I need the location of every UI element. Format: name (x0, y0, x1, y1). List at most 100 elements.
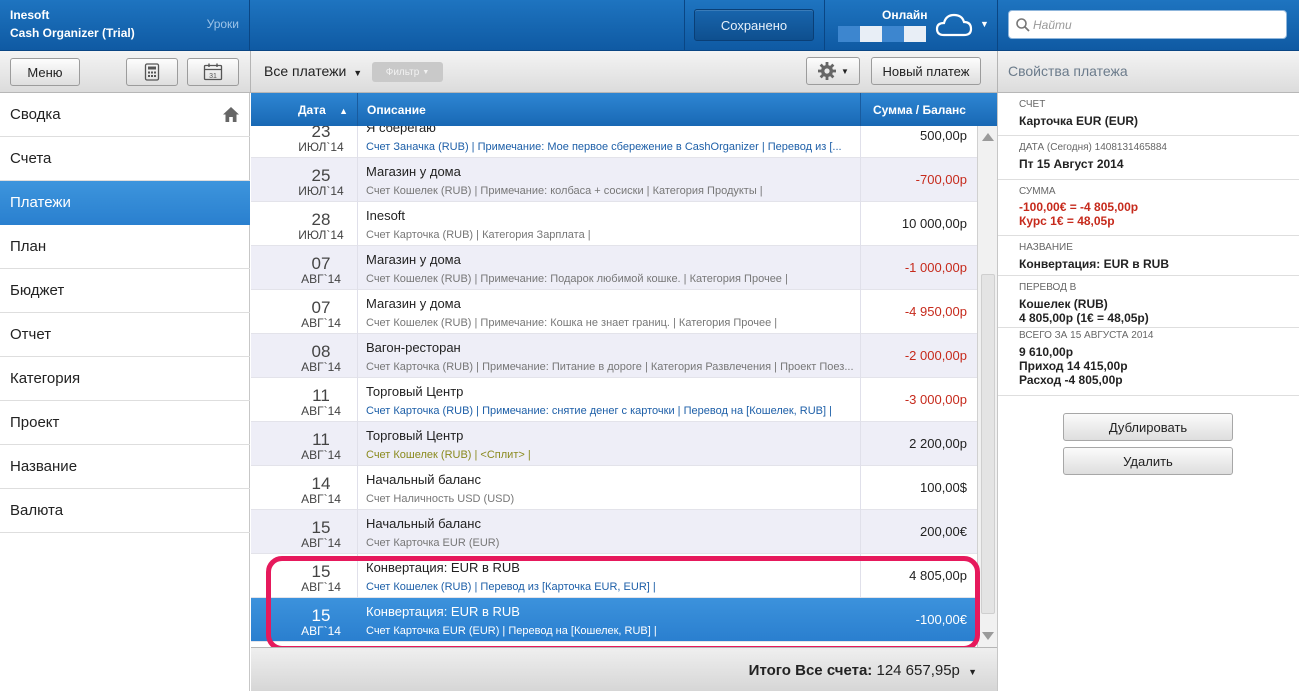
column-divider (357, 202, 358, 246)
table-row[interactable]: 07 АВГ`14 Магазин у дома Счет Кошелек (RUB)… (251, 246, 977, 290)
scroll-thumb[interactable] (981, 274, 995, 614)
amount-column-header[interactable]: Сумма / Баланс (873, 103, 966, 117)
total-dropdown[interactable]: Итого Все счета: 124 657,95р ▼ (749, 662, 977, 679)
column-divider (860, 246, 861, 290)
sidebar-item-payments[interactable]: Платежи (0, 181, 250, 225)
filter-label: Фильтр (385, 66, 420, 78)
table-row[interactable]: 14 АВГ`14 Начальный баланс Счет Наличность … (251, 466, 977, 510)
row-details: Счет Заначка (RUB) | Примечание: Мое пер… (366, 141, 842, 153)
description-column-header[interactable]: Описание (367, 103, 426, 117)
cloud-icon[interactable] (934, 10, 974, 40)
account-value: Карточка EUR (EUR) (1019, 114, 1139, 128)
name-field[interactable]: НАЗВАНИЕ Конвертация: EUR в RUB (998, 236, 1299, 276)
top-bar: Inesoft Cash Organizer (Trial) Уроки Сох… (0, 0, 1299, 51)
row-month: АВГ`14 (301, 580, 341, 594)
row-amount: 4 805,00р (909, 568, 967, 583)
sidebar-item-budget[interactable]: Бюджет (0, 269, 250, 313)
row-details: Счет Карточка EUR (EUR) | Перевод на [Ко… (366, 625, 657, 637)
new-payment-button[interactable]: Новый платеж (871, 57, 981, 85)
row-month: АВГ`14 (301, 492, 341, 506)
total-label: Итого Все счета: (748, 662, 873, 679)
saved-button[interactable]: Сохранено (694, 9, 814, 41)
date-column-header[interactable]: Дата ▲ (298, 103, 348, 117)
column-divider (357, 422, 358, 466)
column-divider (357, 246, 358, 290)
sidebar-item-project[interactable]: Проект (0, 401, 250, 445)
delete-button[interactable]: Удалить (1063, 447, 1233, 475)
search-icon (1016, 18, 1030, 32)
row-amount: 100,00$ (920, 480, 967, 495)
row-title: Торговый Центр (366, 384, 464, 399)
row-amount: -3 000,00р (904, 392, 967, 407)
chevron-down-icon[interactable]: ▼ (980, 19, 989, 29)
search-box[interactable] (1008, 10, 1287, 39)
home-icon[interactable] (222, 106, 240, 123)
sidebar-item-currency[interactable]: Валюта (0, 489, 250, 533)
divider (824, 0, 825, 51)
row-details: Счет Карточка EUR (EUR) (366, 537, 500, 549)
account-field[interactable]: СЧЕТ Карточка EUR (EUR) (998, 93, 1299, 136)
day-total-value: 9 610,00р (1019, 345, 1074, 359)
scroll-down-icon[interactable] (980, 628, 996, 644)
row-month: АВГ`14 (301, 316, 341, 330)
properties-title: Свойства платежа (1008, 63, 1128, 79)
all-payments-dropdown[interactable]: Все платежи ▼ (264, 63, 362, 79)
table-header: Дата ▲ Описание Сумма / Баланс (251, 93, 997, 126)
row-title: Магазин у дома (366, 164, 461, 179)
sync-indicator (904, 26, 926, 42)
scrollbar[interactable] (977, 126, 997, 647)
table-row[interactable]: 11 АВГ`14 Торговый Центр Счет Карточка (RUB… (251, 378, 977, 422)
table-row[interactable]: 23 ИЮЛ`14 Я сберегаю Счет Заначка (RUB) | П… (251, 126, 977, 158)
table-row[interactable]: 07 АВГ`14 Магазин у дома Счет Кошелек (RUB)… (251, 290, 977, 334)
row-day: 14 (311, 474, 331, 493)
sidebar-item-category[interactable]: Категория (0, 357, 250, 401)
sum-value: -100,00€ = -4 805,00р (1019, 200, 1139, 214)
calendar-button[interactable]: 31 (187, 58, 239, 86)
rate-value: Курс 1€ = 48,05р (1019, 214, 1115, 228)
sidebar-item-summary[interactable]: Сводка (0, 93, 250, 137)
transfer-field[interactable]: ПЕРЕВОД В Кошелек (RUB) 4 805,00р (1€ = … (998, 276, 1299, 328)
chevron-down-icon: ▼ (422, 68, 430, 76)
product-name: Cash Organizer (Trial) (10, 26, 135, 40)
row-day: 15 (311, 606, 331, 625)
column-divider (357, 158, 358, 202)
table-row[interactable]: 15 АВГ`14 Начальный баланс Счет Карточка EU… (251, 510, 977, 554)
calendar-icon: 31 (203, 63, 223, 81)
search-input[interactable] (1033, 15, 1278, 35)
sidebar-item-accounts[interactable]: Счета (0, 137, 250, 181)
column-divider (860, 554, 861, 598)
payments-list: 23 ИЮЛ`14 Я сберегаю Счет Заначка (RUB) | П… (251, 126, 977, 647)
column-divider (357, 334, 358, 378)
row-month: АВГ`14 (301, 448, 341, 462)
column-divider (860, 422, 861, 466)
table-row[interactable]: 25 ИЮЛ`14 Магазин у дома Счет Кошелек (RUB)… (251, 158, 977, 202)
column-divider (860, 378, 861, 422)
sync-indicator (882, 26, 904, 42)
date-field[interactable]: ДАТА (Сегодня) 1408131465884 Пт 15 Авгус… (998, 136, 1299, 180)
row-amount: 2 200,00р (909, 436, 967, 451)
sidebar-item-plan[interactable]: План (0, 225, 250, 269)
table-row[interactable]: 08 АВГ`14 Вагон-ресторан Счет Карточка (RUB… (251, 334, 977, 378)
row-day: 15 (311, 562, 331, 581)
sidebar-item-report[interactable]: Отчет (0, 313, 250, 357)
filter-button[interactable]: Фильтр ▼ (372, 62, 443, 82)
menu-button[interactable]: Меню (10, 58, 80, 86)
row-amount: 10 000,00р (901, 216, 967, 231)
table-row[interactable]: 28 ИЮЛ`14 Inesoft Счет Карточка (RUB) | Кат… (251, 202, 977, 246)
sidebar-item-label: Сводка (10, 106, 61, 123)
table-row[interactable]: 15 АВГ`14 Конвертация: EUR в RUB Счет Кошел… (251, 554, 977, 598)
sync-indicator (860, 26, 882, 42)
settings-button[interactable]: ▼ (806, 57, 860, 85)
lessons-link[interactable]: Уроки (207, 17, 239, 31)
table-row[interactable]: 15 АВГ`14 Конвертация: EUR в RUB Счет Карто… (251, 598, 977, 642)
scroll-up-icon[interactable] (980, 129, 996, 145)
sidebar-item-payee[interactable]: Название (0, 445, 250, 489)
duplicate-button[interactable]: Дублировать (1063, 413, 1233, 441)
column-divider (357, 290, 358, 334)
table-row[interactable]: 11 АВГ`14 Торговый Центр Счет Кошелек (RUB)… (251, 422, 977, 466)
sum-field[interactable]: СУММА -100,00€ = -4 805,00р Курс 1€ = 48… (998, 180, 1299, 236)
total-value: 124 657,95р (876, 662, 960, 679)
calculator-button[interactable] (126, 58, 178, 86)
name-label: НАЗВАНИЕ (1019, 242, 1073, 253)
transfer-account: Кошелек (RUB) (1019, 297, 1108, 311)
